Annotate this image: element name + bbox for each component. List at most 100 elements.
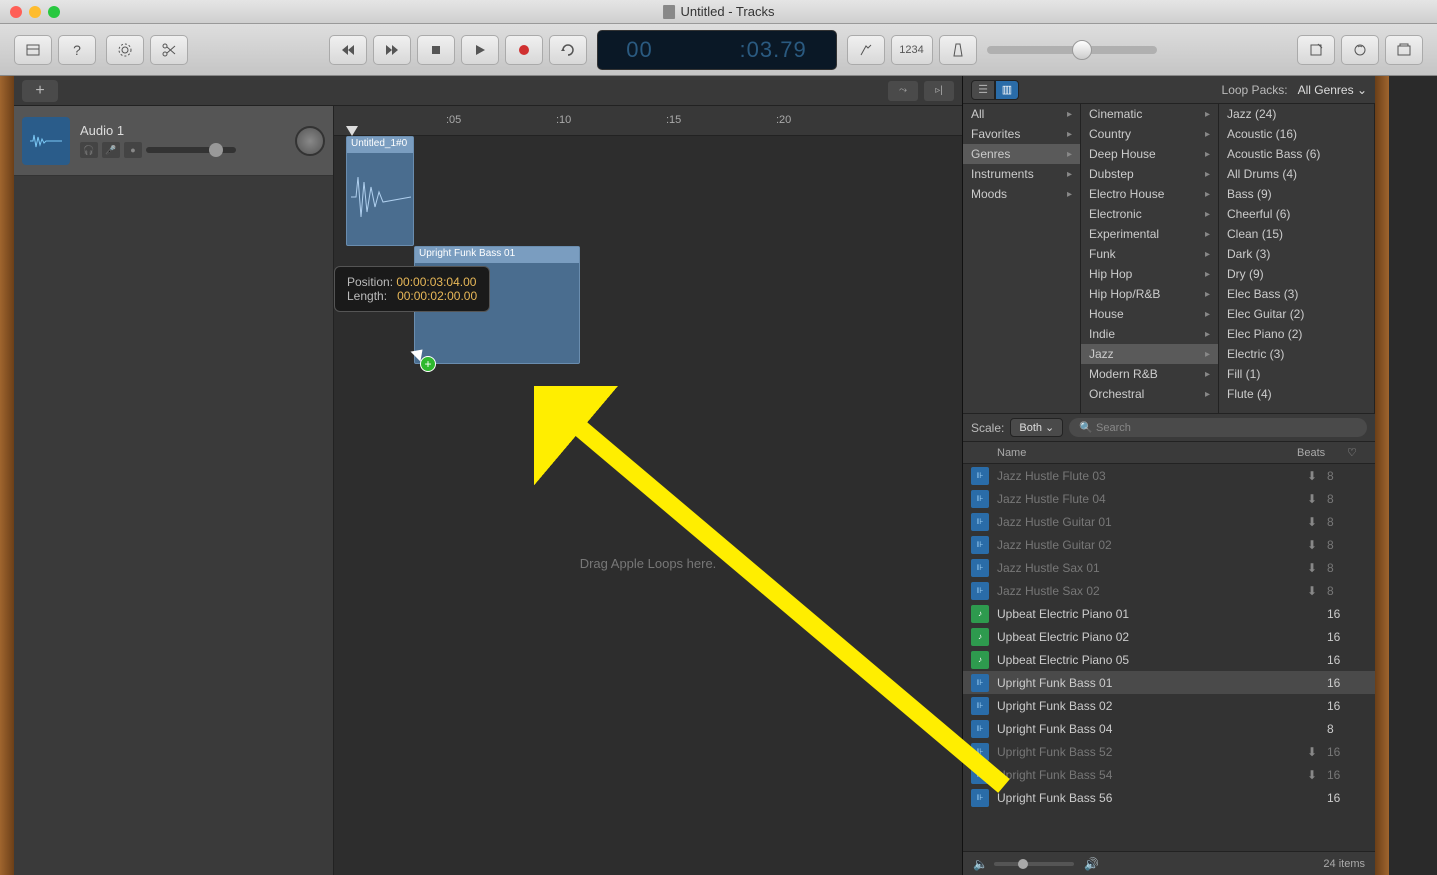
category-item[interactable]: Genres▸ [963,144,1080,164]
column-favorite-header[interactable]: ♡ [1347,446,1367,459]
maximize-window-button[interactable] [48,6,60,18]
loop-row[interactable]: ⊪Upright Funk Bass 048 [963,717,1375,740]
record-button[interactable] [505,35,543,65]
download-icon[interactable]: ⬇ [1307,561,1327,575]
category-item[interactable]: Elec Piano (2) [1219,324,1374,344]
category-item[interactable]: All▸ [963,104,1080,124]
scale-selector[interactable]: Both ⌄ [1010,418,1063,437]
catch-button[interactable]: ▹| [924,81,954,101]
loop-row[interactable]: ⊪Jazz Hustle Guitar 02⬇8 [963,533,1375,556]
metronome-button[interactable] [939,35,977,65]
category-item[interactable]: Cheerful (6) [1219,204,1374,224]
category-item[interactable]: Hip Hop▸ [1081,264,1218,284]
category-item[interactable]: Acoustic (16) [1219,124,1374,144]
category-item[interactable]: Fill (1) [1219,364,1374,384]
loop-row[interactable]: ⊪Jazz Hustle Sax 01⬇8 [963,556,1375,579]
settings-icon-button[interactable] [106,35,144,65]
category-item[interactable]: Indie▸ [1081,324,1218,344]
category-item[interactable]: Elec Bass (3) [1219,284,1374,304]
category-item[interactable]: Acoustic Bass (6) [1219,144,1374,164]
download-icon[interactable]: ⬇ [1307,768,1327,782]
category-item[interactable]: Orchestral▸ [1081,384,1218,404]
download-icon[interactable]: ⬇ [1307,515,1327,529]
loop-row[interactable]: ⊪Upright Funk Bass 52⬇16 [963,740,1375,763]
category-item[interactable]: Bass (9) [1219,184,1374,204]
category-item[interactable]: Moods▸ [963,184,1080,204]
category-column-3[interactable]: Jazz (24)Acoustic (16)Acoustic Bass (6)A… [1219,104,1375,413]
download-icon[interactable]: ⬇ [1307,469,1327,483]
timeline-area[interactable]: :05 :10 :15 :20 Untitled_1#0 Upright Fun… [334,106,962,875]
browser-view-column-button[interactable]: ▥ [995,80,1019,100]
column-beats-header[interactable]: Beats [1297,447,1347,459]
notepad-button[interactable] [1297,35,1335,65]
category-item[interactable]: Dubstep▸ [1081,164,1218,184]
category-item[interactable]: Electro House▸ [1081,184,1218,204]
media-browser-button[interactable] [1385,35,1423,65]
master-volume-slider[interactable] [987,46,1157,54]
loop-row[interactable]: ⊪Upright Funk Bass 5616 [963,786,1375,809]
category-item[interactable]: Hip Hop/R&B▸ [1081,284,1218,304]
track-volume-slider[interactable] [146,147,236,153]
pan-knob[interactable] [295,126,325,156]
loop-row[interactable]: ⊪Jazz Hustle Flute 04⬇8 [963,487,1375,510]
play-button[interactable] [461,35,499,65]
browser-view-list-button[interactable]: ☰ [971,80,995,100]
count-in-button[interactable]: 1234 [891,35,933,65]
library-button[interactable] [14,35,52,65]
category-item[interactable]: Elec Guitar (2) [1219,304,1374,324]
minimize-window-button[interactable] [29,6,41,18]
category-item[interactable]: Instruments▸ [963,164,1080,184]
category-item[interactable]: House▸ [1081,304,1218,324]
loop-row[interactable]: ♪Upbeat Electric Piano 0116 [963,602,1375,625]
category-item[interactable]: Country▸ [1081,124,1218,144]
category-item[interactable]: Flute (4) [1219,384,1374,404]
loop-row[interactable]: ⊪Jazz Hustle Guitar 01⬇8 [963,510,1375,533]
category-item[interactable]: Experimental▸ [1081,224,1218,244]
rewind-button[interactable] [329,35,367,65]
category-item[interactable]: Dry (9) [1219,264,1374,284]
loop-packs-selector[interactable]: All Genres ⌄ [1298,83,1367,97]
category-column-2[interactable]: Cinematic▸Country▸Deep House▸Dubstep▸Ele… [1081,104,1219,413]
tuner-button[interactable] [847,35,885,65]
category-item[interactable]: Clean (15) [1219,224,1374,244]
playhead-marker[interactable] [346,126,358,136]
category-item[interactable]: Electronic▸ [1081,204,1218,224]
preview-volume-slider[interactable] [994,862,1074,866]
category-item[interactable]: All Drums (4) [1219,164,1374,184]
loop-row[interactable]: ⊪Jazz Hustle Sax 02⬇8 [963,579,1375,602]
track-row[interactable]: Audio 1 🎧 🎤 ● [14,106,333,176]
automation-button[interactable]: ⤳ [888,81,918,101]
category-item[interactable]: Deep House▸ [1081,144,1218,164]
category-item[interactable]: Favorites▸ [963,124,1080,144]
category-column-1[interactable]: All▸Favorites▸Genres▸Instruments▸Moods▸ [963,104,1081,413]
loop-row[interactable]: ♪Upbeat Electric Piano 0516 [963,648,1375,671]
loop-row[interactable]: ⊪Upright Funk Bass 54⬇16 [963,763,1375,786]
category-item[interactable]: Cinematic▸ [1081,104,1218,124]
category-item[interactable]: Electric (3) [1219,344,1374,364]
category-item[interactable]: Jazz (24) [1219,104,1374,124]
help-button[interactable]: ? [58,35,96,65]
cycle-button[interactable] [549,35,587,65]
download-icon[interactable]: ⬇ [1307,538,1327,552]
time-display[interactable]: 00 00:03:03.79 [597,30,837,70]
stop-button[interactable] [417,35,455,65]
record-enable-button[interactable]: ● [124,142,142,158]
loop-row[interactable]: ⊪Upright Funk Bass 0216 [963,694,1375,717]
close-window-button[interactable] [10,6,22,18]
category-item[interactable]: Funk▸ [1081,244,1218,264]
download-icon[interactable]: ⬇ [1307,584,1327,598]
scissors-button[interactable] [150,35,188,65]
loop-row[interactable]: ♪Upbeat Electric Piano 0216 [963,625,1375,648]
search-input[interactable]: 🔍 Search [1069,418,1367,437]
time-ruler[interactable]: :05 :10 :15 :20 [334,106,962,136]
mute-button[interactable]: 🎧 [80,142,98,158]
category-item[interactable]: Modern R&B▸ [1081,364,1218,384]
category-item[interactable]: Jazz▸ [1081,344,1218,364]
download-icon[interactable]: ⬇ [1307,745,1327,759]
loop-browser-button[interactable] [1341,35,1379,65]
add-track-button[interactable]: + [22,80,58,102]
loop-row[interactable]: ⊪Upright Funk Bass 0116 [963,671,1375,694]
forward-button[interactable] [373,35,411,65]
download-icon[interactable]: ⬇ [1307,492,1327,506]
audio-region[interactable]: Untitled_1#0 [346,136,414,246]
